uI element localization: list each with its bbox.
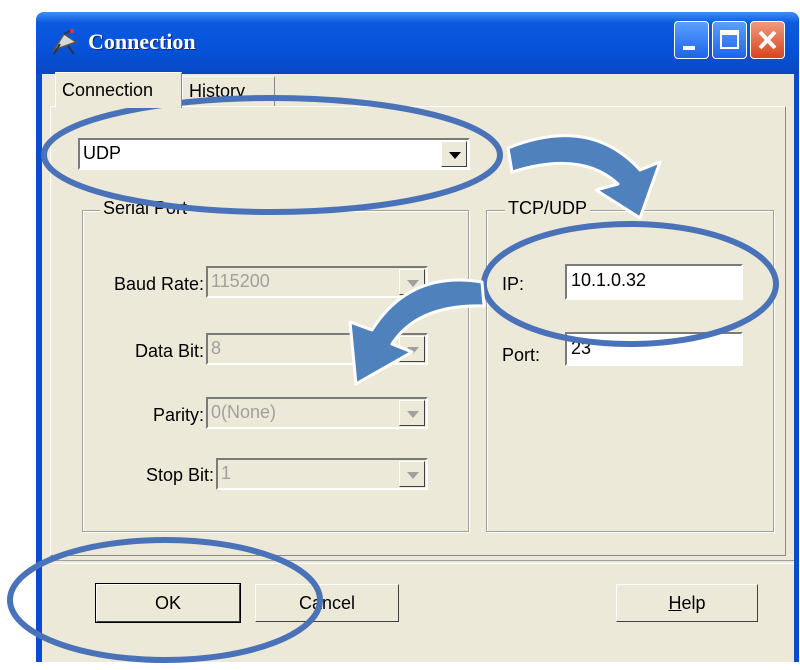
serial-port-legend: Serial Port: [100, 198, 191, 219]
tab-history[interactable]: History: [182, 76, 275, 106]
tcp-udp-group: [486, 210, 774, 532]
stop-bit-select[interactable]: 1: [216, 458, 428, 490]
minimize-button[interactable]: [674, 21, 709, 59]
help-label-rest: elp: [681, 593, 706, 613]
window-title: Connection: [88, 29, 196, 54]
tab-connection[interactable]: Connection: [55, 72, 182, 108]
port-input[interactable]: 23: [565, 332, 743, 366]
baud-rate-label: Baud Rate:: [113, 274, 204, 294]
parity-select[interactable]: 0(None): [206, 397, 428, 429]
maximize-icon: [720, 30, 739, 49]
chevron-down-icon[interactable]: [399, 269, 425, 295]
data-bit-label: Data Bit:: [134, 341, 204, 361]
parity-value: 0(None): [211, 402, 277, 422]
close-icon: [758, 30, 777, 50]
tcp-udp-legend: TCP/UDP: [505, 198, 591, 219]
minimize-icon: [683, 46, 695, 50]
baud-rate-value: 115200: [211, 271, 270, 291]
satellite-antenna-icon: [50, 28, 80, 56]
data-bit-select[interactable]: 8: [206, 333, 428, 365]
port-label: Port:: [502, 345, 541, 365]
stop-bit-value: 1: [221, 463, 232, 483]
close-button[interactable]: [750, 21, 785, 59]
protocol-select[interactable]: UDP: [78, 138, 470, 170]
separator: [42, 560, 794, 564]
parity-label: Parity:: [152, 405, 204, 425]
chevron-down-icon[interactable]: [399, 336, 425, 362]
chevron-down-icon[interactable]: [399, 400, 425, 426]
ip-label: IP:: [502, 274, 525, 294]
data-bit-value: 8: [211, 338, 222, 358]
protocol-value: UDP: [83, 143, 122, 163]
baud-rate-select[interactable]: 115200: [206, 266, 428, 298]
ok-button[interactable]: OK: [95, 583, 241, 623]
stop-bit-label: Stop Bit:: [145, 465, 214, 485]
cancel-button[interactable]: Cancel: [255, 584, 399, 622]
chevron-down-icon[interactable]: [399, 461, 425, 487]
chevron-down-icon[interactable]: [441, 141, 467, 167]
maximize-button[interactable]: [712, 21, 747, 59]
ip-input[interactable]: 10.1.0.32: [565, 264, 743, 300]
help-button[interactable]: Help: [616, 584, 758, 622]
help-mnemonic: H: [668, 593, 682, 613]
